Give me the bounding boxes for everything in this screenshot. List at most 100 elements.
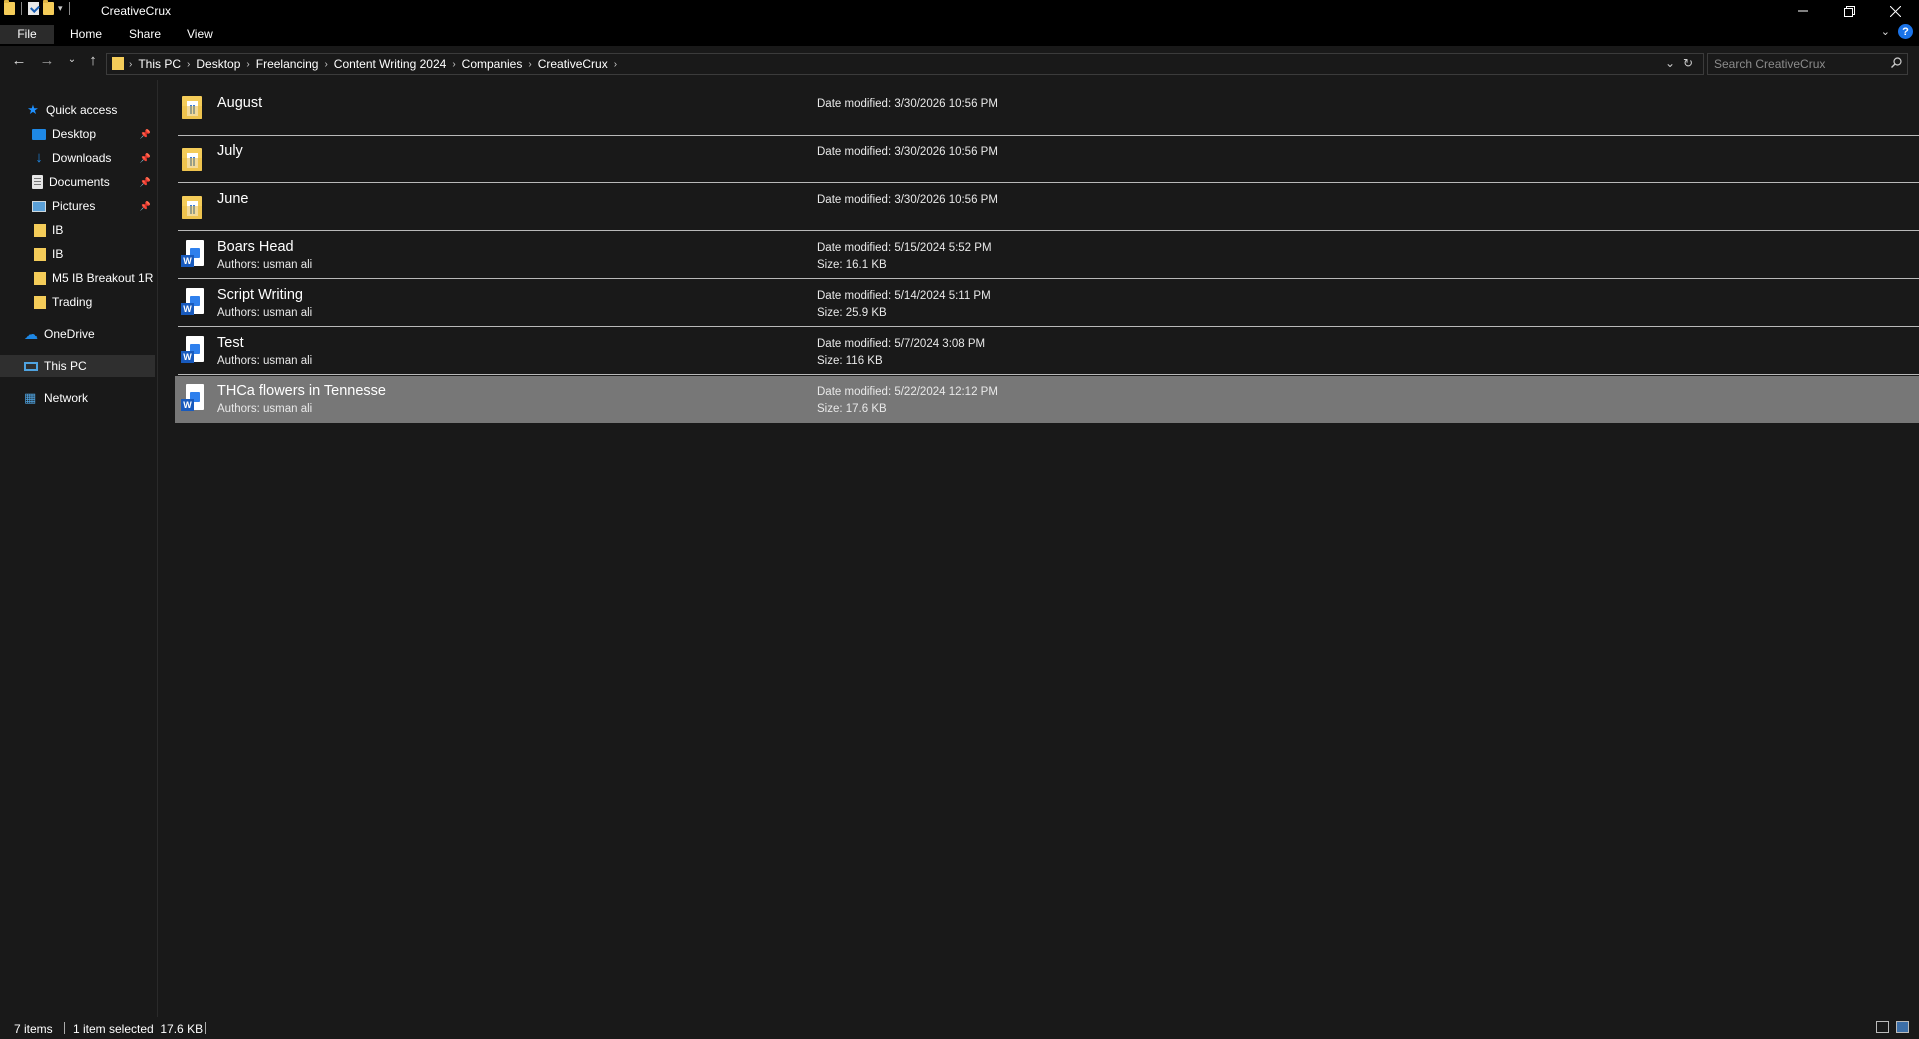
restore-icon[interactable] (1826, 0, 1872, 22)
large-icons-view-icon[interactable] (1896, 1021, 1909, 1033)
search-box[interactable] (1707, 53, 1908, 75)
properties-icon[interactable] (28, 2, 39, 15)
search-input[interactable] (1714, 56, 1874, 71)
file-name: Test (217, 335, 244, 351)
file-name: Boars Head (217, 239, 294, 255)
folder-icon (4, 0, 15, 15)
date-modified: Date modified: 5/14/2024 5:11 PM (817, 290, 991, 302)
crumb-creativecrux[interactable]: CreativeCrux (532, 57, 614, 71)
star-icon: ★ (27, 102, 39, 117)
up-icon[interactable]: ↑ (83, 52, 103, 69)
file-name: June (217, 191, 249, 207)
sidebar-item-label: Downloads (52, 151, 112, 165)
folder-icon (34, 247, 46, 261)
status-separator (64, 1022, 65, 1034)
file-name: August (217, 95, 263, 111)
list-item[interactable]: August Date modified: 3/30/2026 10:56 PM (178, 80, 1919, 136)
sidebar-item-this-pc[interactable]: This PC (0, 355, 155, 377)
file-size: Size: 17.6 KB (817, 403, 887, 415)
sidebar-item-label: This PC (44, 359, 87, 373)
sidebar-item-documents[interactable]: Documents 📌 (0, 171, 155, 193)
new-folder-icon[interactable] (43, 0, 54, 15)
file-name: Script Writing (217, 287, 303, 303)
toolbar-separator (68, 2, 70, 15)
file-size: Size: 25.9 KB (817, 307, 887, 319)
list-item[interactable]: June Date modified: 3/30/2026 10:56 PM (178, 184, 1919, 231)
pin-icon: 📌 (139, 152, 151, 163)
crumb-companies[interactable]: Companies (456, 57, 529, 71)
crumb-freelancing[interactable]: Freelancing (250, 57, 325, 71)
customize-toolbar-icon[interactable]: ▾ (58, 3, 63, 14)
forward-icon[interactable]: → (37, 52, 57, 69)
sidebar-item-label: Desktop (52, 127, 97, 141)
navigation-pane: ★ Quick access Desktop 📌 ↓ Downloads 📌 D… (0, 80, 158, 1017)
sidebar-item-quick-access[interactable]: ★ Quick access (0, 99, 155, 121)
sidebar-item-downloads[interactable]: ↓ Downloads 📌 (0, 147, 155, 169)
close-icon[interactable] (1872, 0, 1918, 22)
details-view-icon[interactable] (1876, 1021, 1889, 1033)
file-size: Size: 16.1 KB (817, 259, 887, 271)
sidebar-item-label: IB (52, 223, 64, 237)
sidebar-item-m5-ib-breakout[interactable]: M5 IB Breakout 1R (0, 267, 155, 289)
date-modified: Date modified: 3/30/2026 10:56 PM (817, 98, 998, 110)
tab-view[interactable]: View (175, 25, 225, 44)
file-name: THCa flowers in Tennesse (217, 383, 386, 399)
word-document-icon: W (181, 240, 206, 270)
list-item[interactable]: July Date modified: 3/30/2026 10:56 PM (178, 136, 1919, 183)
list-item[interactable]: W Boars Head Authors: usman ali Date mod… (178, 232, 1919, 279)
folder-icon (112, 57, 124, 70)
search-icon[interactable] (1891, 57, 1902, 68)
computer-icon (24, 362, 38, 371)
tab-home[interactable]: Home (58, 25, 114, 44)
ribbon: File Home Share View ⌄ ? (0, 22, 1919, 46)
word-document-icon: W (181, 288, 206, 318)
folder-icon (182, 146, 202, 171)
back-icon[interactable]: ← (9, 52, 29, 69)
date-modified: Date modified: 5/15/2024 5:52 PM (817, 242, 992, 254)
sidebar-item-onedrive[interactable]: ☁ OneDrive (0, 323, 155, 345)
chevron-right-icon[interactable]: › (614, 59, 617, 70)
toolbar-separator (21, 2, 22, 15)
minimize-icon[interactable] (1780, 0, 1826, 22)
breadcrumb: › This PC › Desktop › Freelancing › Cont… (129, 57, 617, 71)
sidebar-item-network[interactable]: ▦ Network (0, 387, 155, 409)
status-separator (205, 1022, 206, 1034)
pin-icon: 📌 (139, 200, 151, 211)
downloads-icon: ↓ (35, 149, 43, 166)
word-document-icon: W (181, 384, 206, 414)
address-bar[interactable]: › This PC › Desktop › Freelancing › Cont… (106, 53, 1704, 75)
sidebar-item-label: Trading (52, 295, 93, 309)
file-list: August Date modified: 3/30/2026 10:56 PM… (158, 80, 1919, 1017)
sidebar-item-label: Quick access (46, 103, 118, 117)
folder-icon (34, 223, 46, 237)
list-item[interactable]: W Test Authors: usman ali Date modified:… (178, 328, 1919, 375)
sidebar-item-desktop[interactable]: Desktop 📌 (0, 123, 155, 145)
address-dropdown-icon[interactable]: ⌄ (1665, 56, 1675, 70)
recent-locations-icon[interactable]: ⌄ (62, 54, 82, 65)
item-count: 7 items (14, 1022, 53, 1036)
sidebar-item-trading[interactable]: Trading (0, 291, 155, 313)
expand-ribbon-icon[interactable]: ⌄ (1881, 25, 1890, 38)
refresh-icon[interactable]: ↻ (1683, 56, 1693, 70)
desktop-icon (32, 129, 46, 140)
sidebar-item-ib-2[interactable]: IB (0, 243, 155, 265)
cloud-icon: ☁ (24, 326, 38, 342)
list-item[interactable]: W Script Writing Authors: usman ali Date… (178, 280, 1919, 327)
selection-info: 1 item selected 17.6 KB (73, 1022, 204, 1036)
sidebar-item-ib[interactable]: IB (0, 219, 155, 241)
pin-icon: 📌 (139, 176, 151, 187)
folder-icon (34, 295, 46, 309)
crumb-this-pc[interactable]: This PC (132, 57, 187, 71)
window-title: CreativeCrux (101, 4, 172, 18)
list-item-selected[interactable]: W THCa flowers in Tennesse Authors: usma… (175, 376, 1919, 423)
tab-file[interactable]: File (0, 25, 54, 44)
crumb-content-writing-2024[interactable]: Content Writing 2024 (328, 57, 453, 71)
file-name: July (217, 143, 243, 159)
folder-icon (34, 271, 46, 285)
file-author: Authors: usman ali (217, 403, 313, 415)
crumb-desktop[interactable]: Desktop (190, 57, 246, 71)
help-icon[interactable]: ? (1898, 24, 1913, 39)
sidebar-item-pictures[interactable]: Pictures 📌 (0, 195, 155, 217)
tab-share[interactable]: Share (117, 25, 173, 44)
title-bar: ▾ CreativeCrux (0, 0, 1919, 22)
